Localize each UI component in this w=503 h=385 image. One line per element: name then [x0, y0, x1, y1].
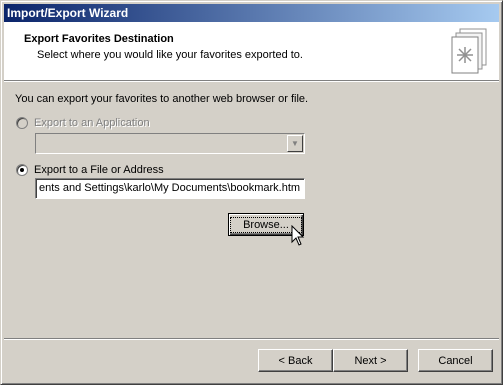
radio-label-application: Export to an Application — [34, 117, 150, 129]
chevron-down-icon[interactable]: ▼ — [287, 135, 303, 152]
favorites-export-icon — [451, 28, 487, 74]
window-title: Import/Export Wizard — [7, 6, 129, 20]
mouse-pointer-icon — [291, 225, 305, 246]
next-button[interactable]: Next > — [333, 349, 408, 372]
back-button-label: < Back — [278, 354, 313, 367]
radio-export-to-application[interactable]: Export to an Application — [16, 117, 150, 129]
cancel-button-label: Cancel — [438, 354, 473, 367]
cancel-button[interactable]: Cancel — [418, 349, 493, 372]
wizard-window: Import/Export Wizard Export Favorites De… — [0, 0, 503, 385]
page-subtitle: Select where you would like your favorit… — [37, 49, 303, 61]
file-path-input[interactable]: ents and Settings\karlo\My Documents\boo… — [35, 178, 305, 199]
title-bar[interactable]: Import/Export Wizard — [4, 4, 499, 22]
application-select[interactable]: ▼ — [35, 133, 305, 154]
footer-divider — [4, 338, 499, 340]
radio-button-file[interactable] — [16, 164, 28, 176]
radio-label-file: Export to a File or Address — [34, 164, 164, 176]
wizard-header: Export Favorites Destination Select wher… — [4, 22, 499, 80]
intro-text: You can export your favorites to another… — [15, 93, 309, 105]
radio-export-to-file[interactable]: Export to a File or Address — [16, 164, 164, 176]
next-button-label: Next > — [354, 354, 387, 367]
header-divider — [4, 80, 499, 82]
back-button[interactable]: < Back — [258, 349, 333, 372]
radio-button-application[interactable] — [16, 117, 28, 129]
page-title: Export Favorites Destination — [24, 33, 174, 45]
